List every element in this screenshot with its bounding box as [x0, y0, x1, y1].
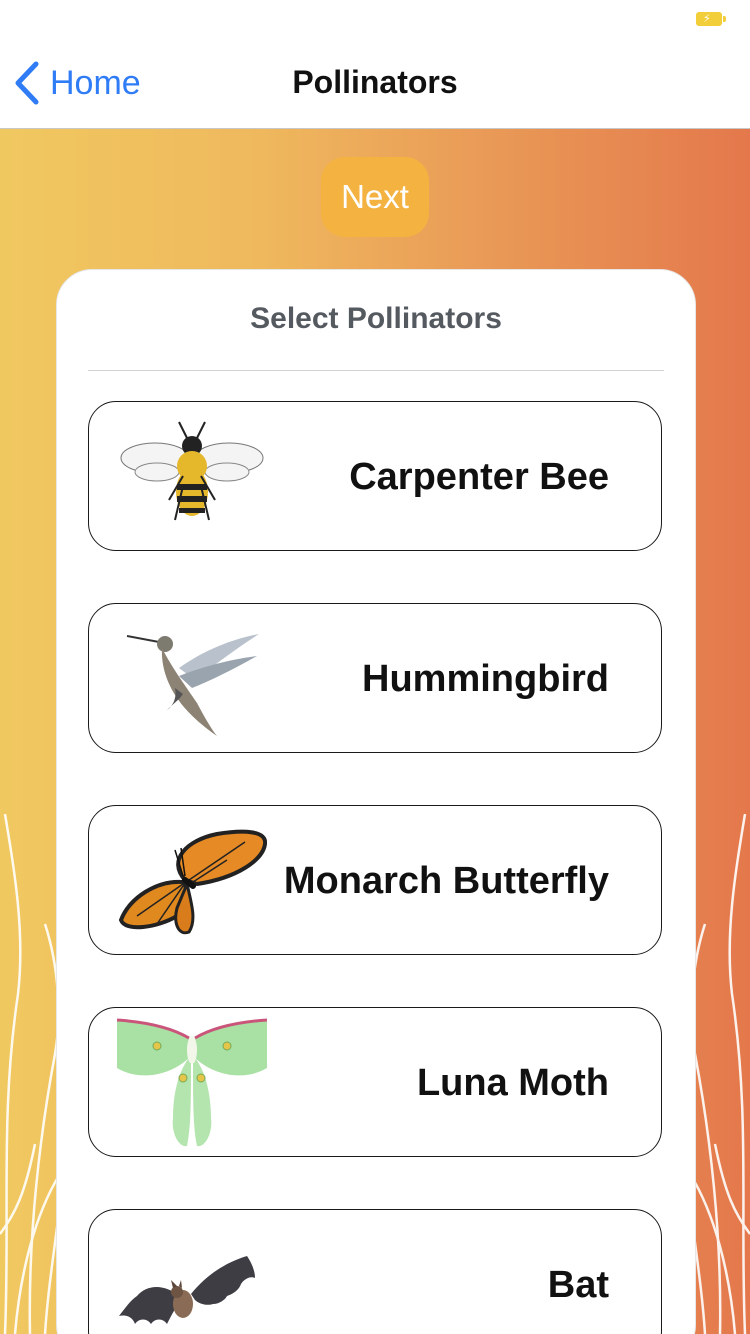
- divider: [88, 370, 664, 371]
- pollinator-label: Hummingbird: [362, 657, 609, 700]
- pollinator-item-carpenter-bee[interactable]: Carpenter Bee: [88, 401, 662, 551]
- status-bar: ⚡: [0, 0, 750, 40]
- main-content: Next Select Pollinators Carpenter Bee Hu…: [0, 129, 750, 1334]
- butterfly-image: [118, 829, 267, 935]
- pollinator-item-monarch-butterfly[interactable]: Monarch Butterfly: [88, 805, 662, 955]
- next-button[interactable]: Next: [321, 157, 429, 237]
- page-title: Pollinators: [292, 64, 458, 100]
- pollinator-selection-card: Select Pollinators Carpenter Bee Humming…: [56, 269, 696, 1334]
- navigation-bar: Home Pollinators: [0, 40, 750, 129]
- pollinator-item-luna-moth[interactable]: Luna Moth: [88, 1007, 662, 1157]
- hummingbird-image: [126, 634, 259, 736]
- pollinator-item-hummingbird[interactable]: Hummingbird: [88, 603, 662, 753]
- card-title: Select Pollinators: [250, 302, 502, 335]
- bee-image: [120, 421, 264, 521]
- bat-image: [119, 1256, 255, 1324]
- pollinator-label: Luna Moth: [416, 1061, 609, 1104]
- pollinator-label: Monarch Butterfly: [283, 859, 609, 902]
- moth-image: [117, 1018, 267, 1147]
- pollinator-label: Bat: [547, 1263, 609, 1306]
- battery-charging-icon: ⚡: [696, 12, 726, 26]
- pollinator-label: Carpenter Bee: [349, 455, 609, 498]
- pollinator-item-bat[interactable]: Bat: [88, 1209, 662, 1334]
